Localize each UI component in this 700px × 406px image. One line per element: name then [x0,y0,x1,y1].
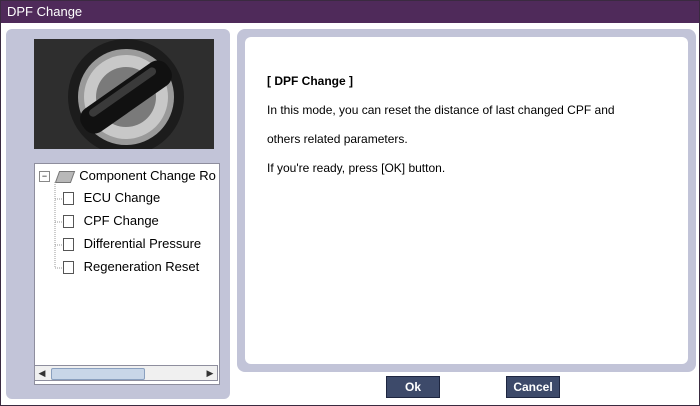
title-bar[interactable]: DPF Change [1,1,699,23]
message-box: [ DPF Change ] In this mode, you can res… [245,37,688,364]
ignition-key-image [34,39,214,149]
horizontal-scrollbar[interactable]: ◀ ▶ [34,365,218,381]
component-tree[interactable]: − Component Change Ro ECU Change CPF Cha… [34,163,220,385]
cancel-button[interactable]: Cancel [506,376,560,398]
dialog-window: DPF Change − Component Change Ro ECU Cha… [0,0,700,406]
message-line: If you're ready, press [OK] button. [267,161,446,175]
message-heading: [ DPF Change ] [267,74,353,88]
ok-button[interactable]: Ok [386,376,440,398]
message-line: others related parameters. [267,132,408,146]
message-line: In this mode, you can reset the distance… [267,103,615,117]
dialog-body: − Component Change Ro ECU Change CPF Cha… [1,23,699,405]
scroll-thumb[interactable] [51,368,145,380]
left-panel: − Component Change Ro ECU Change CPF Cha… [6,29,230,399]
right-panel: [ DPF Change ] In this mode, you can res… [237,29,696,372]
window-title: DPF Change [7,4,83,19]
scroll-right-arrow-icon[interactable]: ▶ [203,366,217,380]
tree-connector-lines [54,182,62,269]
scroll-left-arrow-icon[interactable]: ◀ [35,366,49,380]
